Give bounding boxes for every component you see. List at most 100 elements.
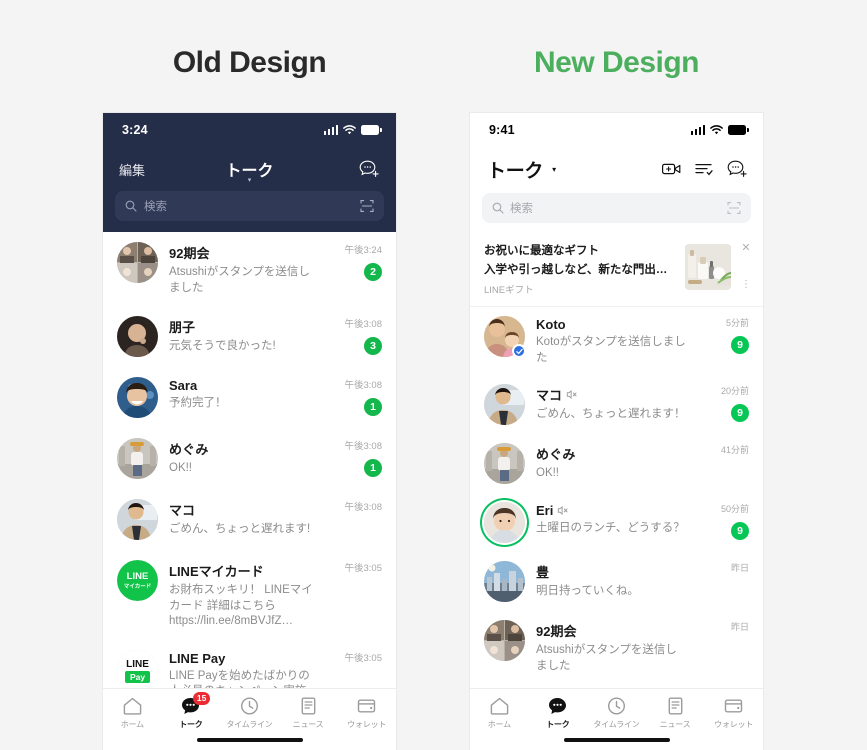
chat-list-item[interactable]: めぐみ OK!! 41分前 xyxy=(470,434,763,493)
chat-list-item[interactable]: マコ ごめん、ちょっと遅れます! 午後3:08 xyxy=(103,489,396,550)
ad-controls: ✕ ⋮ xyxy=(739,242,753,290)
tab-ウォレット[interactable]: ウォレット xyxy=(337,697,396,730)
svg-text:LINE: LINE xyxy=(127,571,149,582)
tab-ニュース[interactable]: ニュース xyxy=(279,697,338,730)
qr-scan-icon[interactable] xyxy=(360,199,374,213)
avatar[interactable] xyxy=(484,502,525,544)
tab-ホーム[interactable]: ホーム xyxy=(470,697,529,730)
verified-badge-icon xyxy=(512,344,526,358)
chat-list-item[interactable]: 92期会 Atsushiがスタンプを送信しました 午後3:24 2 xyxy=(103,232,396,306)
chevron-down-icon[interactable]: ▾ xyxy=(552,165,556,174)
chat-name: めぐみ xyxy=(536,447,576,463)
chat-item-meta: 午後3:08 3 xyxy=(330,316,383,356)
avatar[interactable] xyxy=(484,620,525,662)
wifi-icon xyxy=(343,125,356,135)
ad-subline: 入学や引っ越しなど、新たな門出… xyxy=(484,264,668,276)
chat-list-item[interactable]: 92期会 Atsushiがスタンプを送信しました 昨日 xyxy=(470,611,763,683)
chat-list-item[interactable]: Koto Kotoがスタンプを送信しました 5分前 9 xyxy=(470,307,763,375)
tab-label: ニュース xyxy=(659,720,691,729)
more-vertical-icon[interactable]: ⋮ xyxy=(741,280,751,290)
ad-thumbnail xyxy=(685,244,731,290)
avatar[interactable]: LINE マイカード xyxy=(117,560,158,602)
tab-label: タイムライン xyxy=(226,720,273,729)
tab-ウォレット[interactable]: ウォレット xyxy=(704,697,763,730)
clock-icon xyxy=(240,697,259,715)
tab-タイムライン[interactable]: タイムライン xyxy=(220,697,279,730)
news-icon xyxy=(666,697,685,715)
new-chat-list[interactable]: Koto Kotoがスタンプを送信しました 5分前 9 マコ ごめん、ちょっと遅… xyxy=(470,307,763,743)
chat-list-item[interactable]: Sara 予約完了！ 午後3:08 1 xyxy=(103,367,396,428)
chat-item-meta: 午後3:08 1 xyxy=(330,438,383,478)
chat-name: 92期会 xyxy=(169,246,210,261)
tab-badge: 15 xyxy=(192,692,211,705)
sort-list-icon[interactable] xyxy=(695,162,713,176)
svg-text:Pay: Pay xyxy=(130,672,145,682)
qr-scan-icon[interactable] xyxy=(727,201,741,215)
ad-banner[interactable]: お祝いに最適なギフト 入学や引っ越しなど、新たな門出… LINEギフト ✕ ⋮ xyxy=(470,233,763,307)
ad-source: LINEギフト xyxy=(484,285,534,296)
tab-タイムライン[interactable]: タイムライン xyxy=(587,697,646,730)
avatar[interactable]: LINE Pay xyxy=(117,649,158,691)
chat-list-item[interactable]: 朋子 元気そうで良かった! 午後3:08 3 xyxy=(103,306,396,367)
battery-icon xyxy=(728,125,749,135)
chevron-down-icon[interactable]: ▾ xyxy=(103,177,396,184)
avatar[interactable] xyxy=(484,316,526,358)
search-input[interactable]: 検索 xyxy=(482,193,751,223)
chat-list-item[interactable]: マコ ごめん、ちょっと遅れます！ 20分前 9 xyxy=(470,375,763,434)
tab-ニュース[interactable]: ニュース xyxy=(646,697,705,730)
unread-badge: 3 xyxy=(364,337,382,356)
avatar[interactable] xyxy=(117,438,158,480)
search-input[interactable]: 検索 xyxy=(115,191,384,221)
chat-list-item[interactable]: Eri 土曜日のランチ、どうする？ 50分前 9 xyxy=(470,493,763,552)
new-chat-icon[interactable] xyxy=(359,160,380,179)
chat-item-meta: 5分前 9 xyxy=(697,316,749,354)
new-chat-icon[interactable] xyxy=(727,160,748,179)
chat-timestamp: 20分前 xyxy=(720,386,749,397)
tab-ホーム[interactable]: ホーム xyxy=(103,697,162,730)
tab-トーク[interactable]: トーク 15 xyxy=(162,692,221,730)
chat-item-content: Koto Kotoがスタンプを送信しました xyxy=(536,316,686,366)
ad-headline: お祝いに最適なギフト xyxy=(484,245,599,257)
avatar[interactable] xyxy=(484,443,525,485)
chat-list-item[interactable]: めぐみ OK!! 午後3:08 1 xyxy=(103,428,396,489)
signal-bars-icon xyxy=(690,125,705,135)
chat-name: LINEマイカード xyxy=(169,564,264,580)
close-icon[interactable]: ✕ xyxy=(741,243,750,254)
avatar[interactable] xyxy=(117,316,158,358)
chat-item-meta: 20分前 9 xyxy=(697,384,749,423)
chat-preview-message: ごめん、ちょっと遅れます！ xyxy=(536,408,686,421)
avatar[interactable] xyxy=(117,499,158,541)
chat-timestamp: 午後3:24 xyxy=(344,245,383,256)
signal-bars-icon xyxy=(323,125,338,135)
new-header: 9:41 トーク ▾ 検索 xyxy=(470,113,763,233)
avatar[interactable] xyxy=(484,384,525,426)
chat-timestamp: 41分前 xyxy=(720,445,749,456)
tab-トーク[interactable]: トーク xyxy=(529,697,588,730)
clock-icon xyxy=(607,697,626,715)
avatar[interactable] xyxy=(484,561,525,603)
chat-name: Koto xyxy=(536,317,566,332)
chat-list-item[interactable]: LINE マイカード LINEマイカード お財布スッキリ！ LINEマイカード 詳… xyxy=(103,550,396,640)
chat-name: 豊 xyxy=(536,565,550,581)
chat-name: マコ xyxy=(169,503,196,519)
wallet-icon xyxy=(724,697,743,715)
status-bar-new: 9:41 xyxy=(470,113,763,147)
edit-button[interactable]: 編集 xyxy=(119,160,145,179)
chat-item-meta: 午後3:24 2 xyxy=(330,242,382,281)
chat-timestamp: 午後3:08 xyxy=(344,441,383,453)
chat-item-meta: 午後3:08 xyxy=(330,499,383,513)
avatar[interactable] xyxy=(117,377,158,419)
old-design-phone: 3:24 編集 トーク ▾ 検索 92期会 Atsushiがスタンプを送信しまし… xyxy=(103,113,396,750)
comparison-stage: Old Design New Design 3:24 編集 トーク ▾ 検索 9… xyxy=(0,0,867,750)
home-indicator xyxy=(563,737,670,742)
chat-timestamp: 午後3:08 xyxy=(344,319,383,331)
chat-item-content: マコ ごめん、ちょっと遅れます！ xyxy=(536,384,686,423)
chat-preview-message: 予約完了！ xyxy=(169,397,227,410)
old-chat-list[interactable]: 92期会 Atsushiがスタンプを送信しました 午後3:24 2 朋子 元気そ… xyxy=(103,232,396,750)
chat-list-item[interactable]: 豊 明日持っていくね。 昨日 xyxy=(470,552,763,611)
avatar[interactable] xyxy=(117,242,158,283)
chat-item-content: めぐみ OK!! xyxy=(169,438,319,477)
video-call-icon[interactable] xyxy=(662,162,681,176)
new-navbar: トーク ▾ xyxy=(470,147,763,191)
tab-label: タイムライン xyxy=(593,720,640,729)
